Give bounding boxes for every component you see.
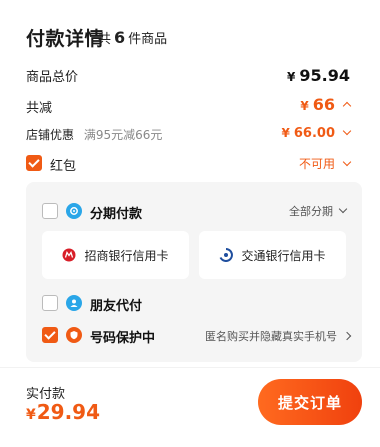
item-count: 共 6 件商品	[98, 28, 167, 47]
paid-currency: ¥	[26, 407, 36, 423]
chevron-down-icon	[342, 126, 352, 136]
page-title: 付款详情	[26, 28, 105, 50]
discount-currency: ¥	[300, 99, 309, 113]
discount-value: 66	[312, 95, 335, 114]
paid-amount: ¥29.94	[26, 400, 100, 424]
number-protect-label: 号码保护中	[90, 331, 156, 346]
bank-card-bocom-label: 交通银行信用卡	[241, 248, 326, 263]
total-price-value: 95.94	[299, 66, 350, 85]
total-price-label: 商品总价	[26, 70, 79, 85]
redpacket-status[interactable]: 不可用	[298, 155, 352, 172]
cmb-bank-icon	[62, 248, 76, 262]
installment-checkbox[interactable]	[42, 203, 58, 219]
redpacket-status-text: 不可用	[298, 157, 335, 171]
bank-card-bocom[interactable]: 交通银行信用卡	[199, 231, 346, 279]
friend-pay-label: 朋友代付	[90, 299, 143, 314]
store-discount-amount: ¥66.00	[281, 126, 352, 141]
chevron-right-icon	[342, 331, 352, 341]
total-price: ¥95.94	[287, 66, 350, 85]
footer-divider	[0, 367, 380, 368]
chevron-down-icon	[338, 204, 348, 214]
store-discount-row: 店铺优惠 满95元减66元	[26, 126, 162, 143]
installment-option[interactable]: 全部分期	[289, 203, 348, 219]
count-prefix: 共	[98, 32, 112, 47]
count-suffix: 件商品	[128, 32, 168, 47]
installment-icon	[66, 203, 82, 219]
friend-pay-checkbox[interactable]	[42, 295, 58, 311]
number-protect-desc: 匿名购买并隐藏真实手机号	[205, 330, 337, 343]
number-protect-detail[interactable]: 匿名购买并隐藏真实手机号	[205, 328, 352, 344]
store-discount-label: 店铺优惠	[26, 128, 75, 142]
store-currency: ¥	[281, 126, 290, 140]
bank-card-cmb[interactable]: 招商银行信用卡	[42, 231, 189, 279]
bocom-bank-icon	[220, 248, 234, 262]
discount-label: 共减	[26, 101, 53, 116]
number-protect-checkbox[interactable]	[42, 327, 58, 343]
installment-label: 分期付款	[90, 207, 143, 222]
chevron-up-icon	[342, 101, 352, 111]
friend-pay-icon	[66, 295, 82, 311]
store-discount-value: 66.00	[293, 126, 335, 141]
installment-option-text: 全部分期	[289, 205, 333, 218]
total-currency: ¥	[287, 70, 296, 84]
redpacket-checkbox[interactable]	[26, 155, 42, 171]
shield-icon	[66, 327, 82, 343]
redpacket-label: 红包	[50, 159, 77, 174]
count-number: 6	[114, 28, 126, 47]
store-discount-desc: 满95元减66元	[83, 128, 163, 142]
discount-total[interactable]: ¥66	[300, 95, 352, 114]
paid-amount-value: 29.94	[36, 400, 101, 424]
bank-card-cmb-label: 招商银行信用卡	[84, 248, 169, 263]
chevron-down-icon	[342, 157, 352, 167]
submit-order-button[interactable]: 提交订单	[258, 379, 362, 425]
